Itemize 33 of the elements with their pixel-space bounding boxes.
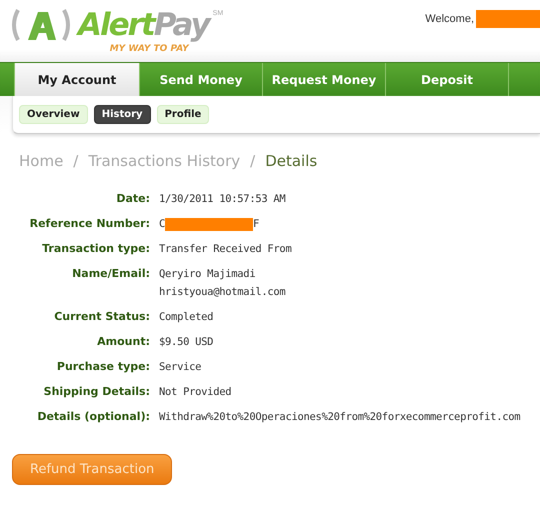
field-label: Current Status: <box>53 309 150 325</box>
field-value: C <box>159 217 166 232</box>
logo-text: AlertPay <box>78 6 209 44</box>
field-value: F <box>253 217 260 232</box>
welcome-text: Welcome, <box>425 13 474 25</box>
breadcrumb-current: Details <box>265 152 318 170</box>
field-value: Qeryiro Majimadi <box>159 267 256 282</box>
field-value: Transfer Received From <box>159 242 292 257</box>
refund-button[interactable]: Refund Transaction <box>12 454 172 485</box>
nav-tab[interactable]: My Account <box>15 63 140 96</box>
breadcrumb-separator: / <box>73 152 78 170</box>
field-value: Service <box>159 360 202 375</box>
field-label: Transaction type: <box>41 241 150 257</box>
field-label: Purchase type: <box>56 359 150 375</box>
field-value: Withdraw%20to%20Operaciones%20from%20forxecommerceprofit.com <box>159 410 522 425</box>
breadcrumb-link[interactable]: Home <box>19 152 64 170</box>
sub-tab[interactable]: Profile <box>156 105 210 124</box>
sub-tab[interactable]: Overview <box>19 105 88 124</box>
field-value: Completed <box>159 310 214 325</box>
field-value: Not Provided <box>159 385 232 400</box>
field-label: Amount: <box>96 334 150 350</box>
field-value: $9.50 USD <box>159 335 214 350</box>
field-value: hristyoua@hotmail.com <box>159 285 286 300</box>
breadcrumb-separator: / <box>250 152 256 170</box>
field-value: 1/30/2011 10:57:53 AM <box>159 192 286 207</box>
field-label: Shipping Details: <box>42 384 150 400</box>
breadcrumb-link[interactable]: Transactions History <box>88 152 240 170</box>
field-label: Details (optional): <box>36 409 150 425</box>
sub-tab[interactable]: History <box>94 105 151 124</box>
field-label: Reference Number: <box>28 216 150 232</box>
logo-tagline: MY WAY TO PAY <box>110 44 189 55</box>
field-label: Date: <box>115 191 150 207</box>
field-label: Name/Email: <box>71 266 150 282</box>
